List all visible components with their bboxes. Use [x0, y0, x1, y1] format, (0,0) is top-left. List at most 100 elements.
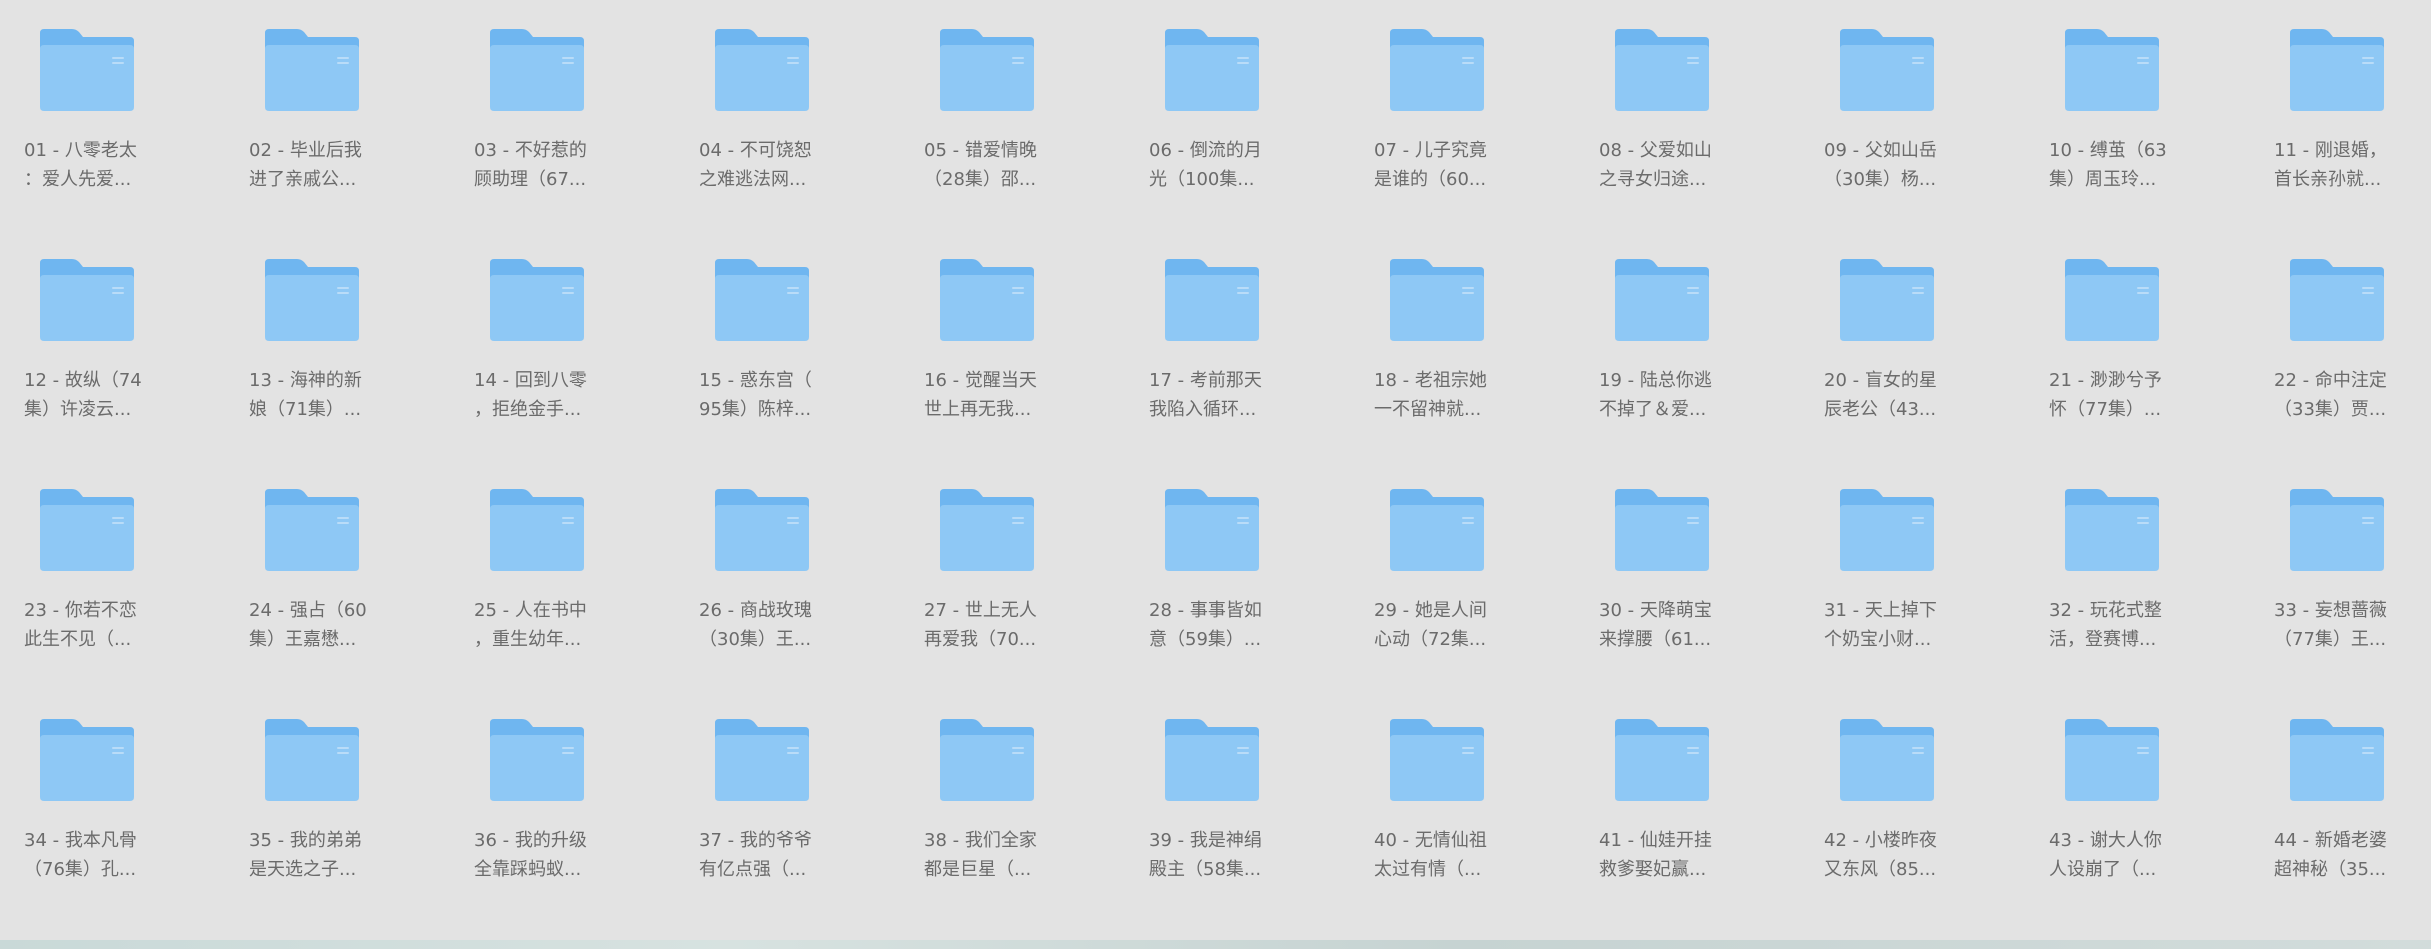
- folder-icon: [1163, 717, 1263, 807]
- folder-item[interactable]: 31 - 天上掉下 个奶宝小财...: [1824, 487, 2025, 687]
- folder-icon: [713, 27, 813, 117]
- folder-item[interactable]: 33 - 妄想蔷薇 （77集）王...: [2274, 487, 2431, 687]
- folder-item[interactable]: 01 - 八零老太 ：爱人先爱...: [24, 27, 225, 227]
- folder-label-line2: 辰老公（43...: [1824, 399, 1937, 420]
- folder-item[interactable]: 37 - 我的爷爷 有亿点强（...: [699, 717, 900, 917]
- folder-icon: [263, 27, 363, 117]
- folder-label: 01 - 八零老太 ：爱人先爱...: [24, 136, 174, 194]
- folder-label-line1: 17 - 考前那天: [1149, 370, 1262, 391]
- folder-item[interactable]: 15 - 惑东宫（ 95集）陈梓...: [699, 257, 900, 457]
- folder-label-line1: 27 - 世上无人: [924, 600, 1037, 621]
- folder-item[interactable]: 43 - 谢大人你 人设崩了（...: [2049, 717, 2250, 917]
- folder-item[interactable]: 35 - 我的弟弟 是天选之子...: [249, 717, 450, 917]
- folder-label-line1: 09 - 父如山岳: [1824, 140, 1937, 161]
- folder-label: 34 - 我本凡骨 （76集）孔...: [24, 826, 174, 884]
- folder-icon: [38, 257, 138, 347]
- folder-item[interactable]: 12 - 故纵（74 集）许凌云...: [24, 257, 225, 457]
- folder-item[interactable]: 07 - 儿子究竟 是谁的（60...: [1374, 27, 1575, 227]
- folder-icon: [1163, 257, 1263, 347]
- folder-item[interactable]: 29 - 她是人间 心动（72集...: [1374, 487, 1575, 687]
- folder-item[interactable]: 09 - 父如山岳 （30集）杨...: [1824, 27, 2025, 227]
- folder-label-line1: 11 - 刚退婚，: [2274, 140, 2387, 161]
- folder-icon: [2063, 487, 2163, 577]
- folder-item[interactable]: 04 - 不可饶恕 之难逃法网...: [699, 27, 900, 227]
- folder-label-line1: 16 - 觉醒当天: [924, 370, 1037, 391]
- folder-item[interactable]: 36 - 我的升级 全靠踩蚂蚁...: [474, 717, 675, 917]
- folder-label: 16 - 觉醒当天 世上再无我...: [924, 366, 1074, 424]
- folder-label-line2: （30集）杨...: [1824, 169, 1937, 190]
- folder-label-line1: 23 - 你若不恋: [24, 600, 137, 621]
- folder-item[interactable]: 24 - 强占（60 集）王嘉懋...: [249, 487, 450, 687]
- folder-item[interactable]: 14 - 回到八零 ，拒绝金手...: [474, 257, 675, 457]
- folder-label: 22 - 命中注定 （33集）贾...: [2274, 366, 2424, 424]
- folder-item[interactable]: 23 - 你若不恋 此生不见（...: [24, 487, 225, 687]
- folder-item[interactable]: 39 - 我是神绢 殿主（58集...: [1149, 717, 1350, 917]
- folder-label-line2: 超神秘（35...: [2274, 859, 2387, 880]
- folder-label: 17 - 考前那天 我陷入循环...: [1149, 366, 1299, 424]
- folder-label-line2: 殿主（58集...: [1149, 859, 1262, 880]
- folder-label-line1: 35 - 我的弟弟: [249, 830, 362, 851]
- folder-item[interactable]: 02 - 毕业后我 进了亲戚公...: [249, 27, 450, 227]
- folder-item[interactable]: 26 - 商战玫瑰 （30集）王...: [699, 487, 900, 687]
- folder-icon: [938, 257, 1038, 347]
- folder-item[interactable]: 28 - 事事皆如 意（59集）...: [1149, 487, 1350, 687]
- folder-item[interactable]: 38 - 我们全家 都是巨星（...: [924, 717, 1125, 917]
- folder-item[interactable]: 34 - 我本凡骨 （76集）孔...: [24, 717, 225, 917]
- folder-label-line1: 14 - 回到八零: [474, 370, 587, 391]
- folder-label-line1: 37 - 我的爷爷: [699, 830, 812, 851]
- folder-item[interactable]: 27 - 世上无人 再爱我（70...: [924, 487, 1125, 687]
- folder-icon: [2288, 487, 2388, 577]
- folder-item[interactable]: 20 - 盲女的星 辰老公（43...: [1824, 257, 2025, 457]
- folder-label: 37 - 我的爷爷 有亿点强（...: [699, 826, 849, 884]
- folder-item[interactable]: 40 - 无情仙祖 太过有情（...: [1374, 717, 1575, 917]
- folder-item[interactable]: 17 - 考前那天 我陷入循环...: [1149, 257, 1350, 457]
- folder-icon: [713, 257, 813, 347]
- folder-label-line1: 10 - 缚茧（63: [2049, 140, 2167, 161]
- folder-item[interactable]: 21 - 渺渺兮予 怀（77集）...: [2049, 257, 2250, 457]
- folder-item[interactable]: 41 - 仙娃开挂 救爹娶妃赢...: [1599, 717, 1800, 917]
- folder-icon: [1613, 257, 1713, 347]
- folder-item[interactable]: 42 - 小楼昨夜 又东风（85...: [1824, 717, 2025, 917]
- folder-item[interactable]: 18 - 老祖宗她 一不留神就...: [1374, 257, 1575, 457]
- folder-item[interactable]: 25 - 人在书中 ，重生幼年...: [474, 487, 675, 687]
- folder-label-line1: 22 - 命中注定: [2274, 370, 2387, 391]
- folder-icon: [2288, 717, 2388, 807]
- folder-item[interactable]: 44 - 新婚老婆 超神秘（35...: [2274, 717, 2431, 917]
- folder-label: 41 - 仙娃开挂 救爹娶妃赢...: [1599, 826, 1749, 884]
- folder-label-line1: 39 - 我是神绢: [1149, 830, 1262, 851]
- folder-item[interactable]: 08 - 父爱如山 之寻女归途...: [1599, 27, 1800, 227]
- folder-item[interactable]: 06 - 倒流的月 光（100集...: [1149, 27, 1350, 227]
- folder-icon: [938, 27, 1038, 117]
- folder-label-line1: 32 - 玩花式整: [2049, 600, 2162, 621]
- folder-label-line2: 首长亲孙就...: [2274, 169, 2382, 190]
- folder-label: 43 - 谢大人你 人设崩了（...: [2049, 826, 2199, 884]
- folder-item[interactable]: 32 - 玩花式整 活，登赛博...: [2049, 487, 2250, 687]
- folder-label-line1: 02 - 毕业后我: [249, 140, 362, 161]
- folder-label-line1: 31 - 天上掉下: [1824, 600, 1937, 621]
- folder-item[interactable]: 30 - 天降萌宝 来撑腰（61...: [1599, 487, 1800, 687]
- folder-item[interactable]: 11 - 刚退婚， 首长亲孙就...: [2274, 27, 2431, 227]
- folder-item[interactable]: 16 - 觉醒当天 世上再无我...: [924, 257, 1125, 457]
- folder-label-line2: ，重生幼年...: [474, 629, 582, 650]
- folder-icon: [1613, 487, 1713, 577]
- folder-label: 06 - 倒流的月 光（100集...: [1149, 136, 1299, 194]
- folder-icon: [263, 257, 363, 347]
- folder-item[interactable]: 03 - 不好惹的 顾助理（67...: [474, 27, 675, 227]
- folder-label-line2: （28集）邵...: [924, 169, 1037, 190]
- folder-icon: [488, 27, 588, 117]
- folder-label: 21 - 渺渺兮予 怀（77集）...: [2049, 366, 2199, 424]
- folder-item[interactable]: 19 - 陆总你逃 不掉了＆爱...: [1599, 257, 1800, 457]
- folder-label-line2: 娘（71集）...: [249, 399, 362, 420]
- folder-item[interactable]: 10 - 缚茧（63 集）周玉玲...: [2049, 27, 2250, 227]
- folder-label-line1: 33 - 妄想蔷薇: [2274, 600, 2387, 621]
- folder-label-line1: 34 - 我本凡骨: [24, 830, 137, 851]
- folder-label-line2: （76集）孔...: [24, 859, 137, 880]
- folder-item[interactable]: 13 - 海神的新 娘（71集）...: [249, 257, 450, 457]
- folder-label-line1: 04 - 不可饶恕: [699, 140, 812, 161]
- folder-item[interactable]: 22 - 命中注定 （33集）贾...: [2274, 257, 2431, 457]
- folder-label-line2: 此生不见（...: [24, 629, 132, 650]
- folder-label-line2: 个奶宝小财...: [1824, 629, 1932, 650]
- folder-label-line1: 26 - 商战玫瑰: [699, 600, 812, 621]
- folder-label-line2: （30集）王...: [699, 629, 812, 650]
- folder-item[interactable]: 05 - 错爱情晚 （28集）邵...: [924, 27, 1125, 227]
